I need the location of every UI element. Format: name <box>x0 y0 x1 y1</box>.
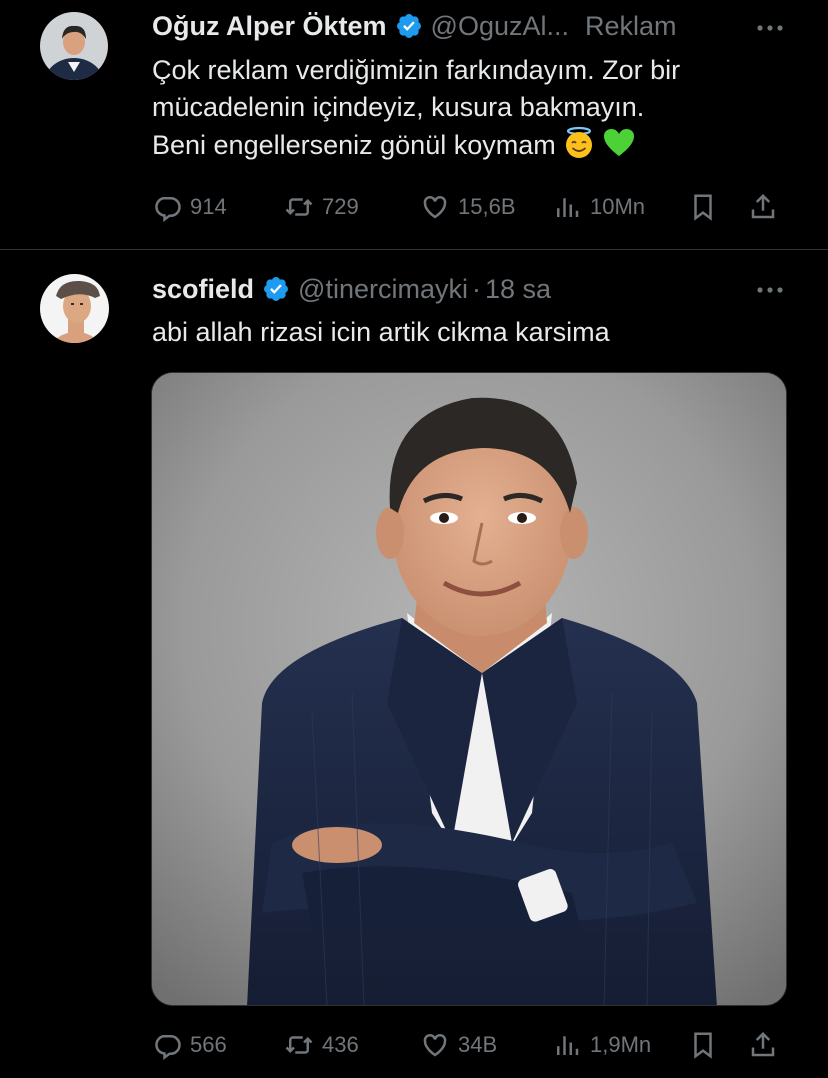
avatar[interactable] <box>40 274 109 343</box>
like-count: 15,6B <box>458 194 516 219</box>
retweet-button[interactable]: 436 <box>284 1028 359 1062</box>
reply-count: 914 <box>190 194 227 219</box>
tweet-text-line-content: Beni engellerseniz gönül koymam <box>152 130 556 160</box>
share-icon <box>751 193 775 219</box>
tweet-text-line: mücadelenin içindeyiz, kusura bakmayın. <box>152 92 645 122</box>
like-button[interactable]: 34B <box>420 1028 497 1062</box>
more-icon[interactable] <box>752 18 788 38</box>
tweet-text-line: Beni engellerseniz gönül koymam <box>152 126 788 164</box>
views-count: 1,9Mn <box>590 1032 652 1057</box>
tweet-text: abi allah rizasi icin artik cikma karsim… <box>152 317 610 347</box>
like-count: 34B <box>458 1032 498 1057</box>
verified-badge-icon <box>264 277 288 301</box>
like-button[interactable]: 15,6B <box>420 190 516 224</box>
tweet-divider <box>0 249 828 250</box>
tweet-media-image[interactable] <box>151 372 787 1006</box>
bookmark-icon <box>694 1032 712 1059</box>
handle[interactable]: @OguzAl... <box>431 9 569 43</box>
share-icon <box>751 1031 775 1057</box>
views-icon <box>557 1036 579 1055</box>
ad-label: Reklam <box>585 11 677 41</box>
smiling-face-with-halo-icon <box>565 126 592 158</box>
more-icon[interactable] <box>752 280 788 300</box>
views-count: 10Mn <box>590 194 646 219</box>
verified-badge-icon <box>396 14 421 38</box>
handle[interactable]: @tinercimayki <box>298 272 468 306</box>
retweet-button[interactable]: 729 <box>284 190 359 224</box>
reply-icon <box>155 197 181 222</box>
portrait-image <box>152 373 786 1005</box>
reply-button[interactable]: 566 <box>152 1028 227 1062</box>
tweet-ad[interactable]: Oğuz Alper Öktem @OguzAl... Reklam Çok r… <box>0 0 828 250</box>
reply-button[interactable]: 914 <box>152 190 227 224</box>
timestamp[interactable]: 18 sa <box>485 272 551 306</box>
views-icon <box>557 198 579 217</box>
retweet-icon <box>285 198 313 216</box>
views-button[interactable]: 10Mn <box>552 190 645 224</box>
reply-count: 566 <box>190 1032 227 1057</box>
avatar[interactable] <box>40 12 108 80</box>
like-icon <box>423 1033 447 1057</box>
tweet-text-line: Çok reklam verdiğimizin farkındayım. Zor… <box>152 55 681 85</box>
retweet-count: 729 <box>322 194 359 219</box>
like-icon <box>423 195 447 219</box>
reply-icon <box>155 1035 181 1060</box>
share-button[interactable] <box>748 190 778 224</box>
tweet-text: Çok reklam verdiğimizin farkındayım. Zor… <box>152 52 788 164</box>
retweet-count: 436 <box>322 1032 359 1057</box>
separator: · <box>471 274 481 304</box>
green-heart-icon <box>603 129 634 156</box>
retweet-icon <box>285 1036 313 1054</box>
display-name[interactable]: scofield <box>152 272 254 306</box>
share-button[interactable] <box>748 1028 778 1062</box>
bookmark-icon <box>694 194 712 221</box>
bookmark-button[interactable] <box>688 1028 718 1062</box>
bookmark-button[interactable] <box>688 190 718 224</box>
display-name[interactable]: Oğuz Alper Öktem <box>152 9 387 43</box>
views-button[interactable]: 1,9Mn <box>552 1028 651 1062</box>
tweet[interactable]: scofield @tinercimayki · 18 sa abi allah… <box>0 252 828 1078</box>
